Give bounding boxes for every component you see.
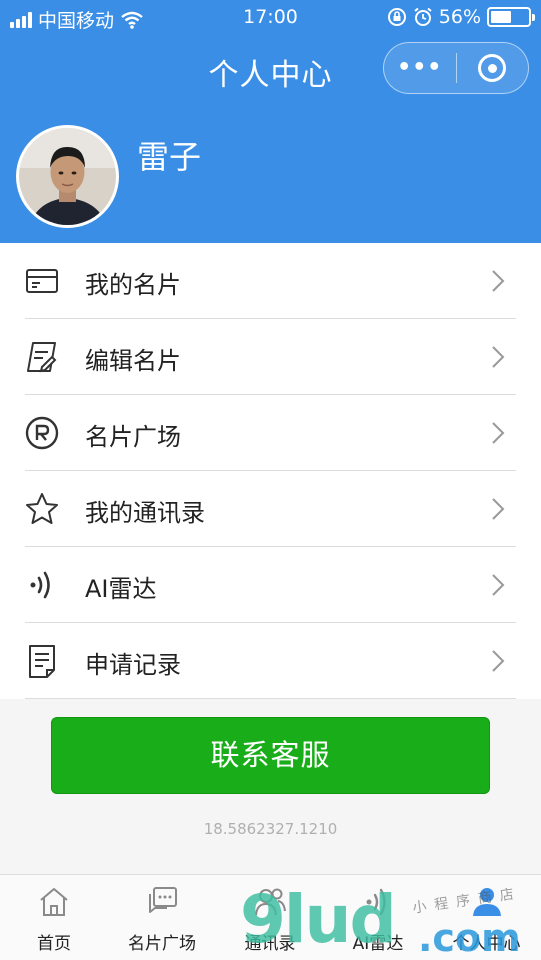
menu-item-label: 我的通讯录 [85, 499, 205, 527]
alarm-icon [414, 7, 432, 26]
tab-label: AI雷达 [352, 934, 404, 954]
menu-item-my-contacts[interactable]: 我的通讯录 [0, 471, 541, 547]
person-icon [472, 888, 501, 916]
status-bar: 中国移动 17:00 56% [0, 0, 541, 36]
menu-list: 我的名片 编辑名片 名片广场 我的通讯录 AI雷达 申请记录 [0, 243, 541, 699]
version-label: 18.5862327.1210 [203, 820, 338, 838]
profile-header: 中国移动 17:00 56% 个人中心 ••• 雷子 [0, 0, 541, 243]
tab-contacts[interactable]: 通讯录 [216, 875, 324, 960]
tab-home[interactable]: 首页 [0, 875, 108, 960]
menu-item-edit-card[interactable]: 编辑名片 [0, 319, 541, 395]
tab-card-square[interactable]: 名片广场 [108, 875, 216, 960]
chevron-right-icon [492, 650, 505, 672]
chat-icon [149, 887, 177, 913]
avatar-photo [19, 128, 116, 225]
tab-ai-radar[interactable]: AI雷达 [324, 875, 432, 960]
close-miniprogram-button[interactable] [457, 54, 529, 82]
chevron-right-icon [492, 498, 505, 520]
miniprogram-capsule: ••• [383, 42, 529, 94]
contacts-icon [255, 888, 286, 916]
home-icon [40, 888, 68, 916]
square-icon [25, 416, 59, 450]
avatar[interactable] [16, 125, 119, 228]
edit-card-icon [27, 342, 57, 373]
star-icon [26, 493, 58, 524]
radar-icon [30, 571, 50, 599]
menu-item-card-square[interactable]: 名片广场 [0, 395, 541, 471]
menu-item-label: 我的名片 [85, 271, 181, 299]
rotation-lock-icon [387, 8, 406, 26]
menu-item-label: 申请记录 [85, 651, 181, 679]
chevron-right-icon [492, 422, 505, 444]
more-menu-button[interactable]: ••• [384, 42, 456, 94]
menu-item-my-card[interactable]: 我的名片 [0, 243, 541, 319]
tab-label: 通讯录 [244, 934, 296, 954]
contact-support-button[interactable]: 联系客服 [51, 717, 490, 794]
document-icon [29, 645, 55, 678]
menu-item-label: 编辑名片 [85, 347, 181, 375]
battery-icon [487, 7, 535, 27]
target-icon [478, 54, 507, 82]
tab-profile[interactable]: 个人中心 [432, 875, 541, 960]
battery-percent: 56% [438, 6, 481, 28]
radar-icon [366, 888, 386, 916]
chevron-right-icon [492, 346, 505, 368]
tab-label: 个人中心 [452, 934, 521, 954]
menu-item-application-records[interactable]: 申请记录 [0, 623, 541, 699]
chevron-right-icon [492, 574, 505, 596]
menu-item-label: 名片广场 [85, 423, 181, 451]
username: 雷子 [137, 138, 202, 176]
menu-item-label: AI雷达 [85, 575, 157, 603]
tab-bar: 首页 名片广场 通讯录 AI雷达 个人中心 [0, 874, 541, 960]
tab-label: 首页 [37, 934, 71, 954]
card-icon [26, 269, 58, 293]
tab-label: 名片广场 [128, 934, 196, 954]
menu-item-ai-radar[interactable]: AI雷达 [0, 547, 541, 623]
chevron-right-icon [492, 270, 505, 292]
